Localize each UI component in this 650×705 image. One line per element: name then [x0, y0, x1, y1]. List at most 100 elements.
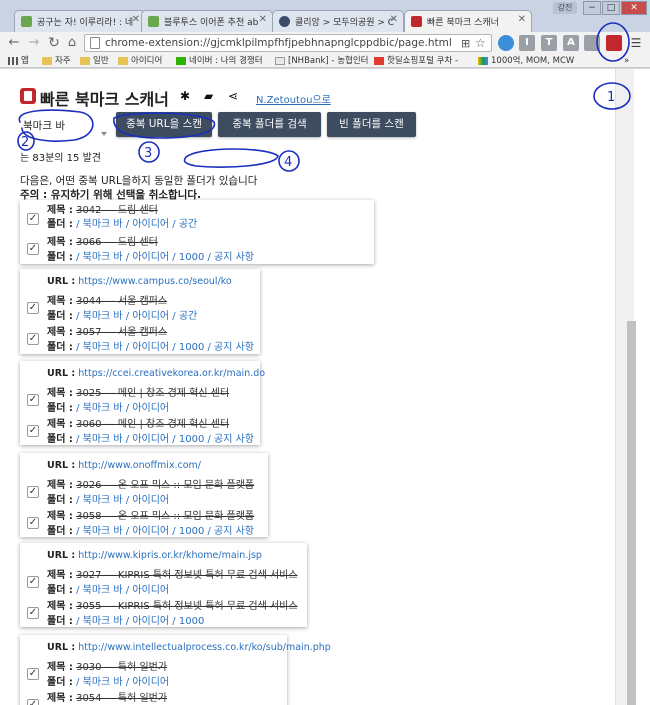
- keep-checkbox[interactable]: ✓: [27, 576, 39, 588]
- browser-tab-active[interactable]: 빠른 북마크 스캐너 ✕: [404, 10, 532, 32]
- reload-icon[interactable]: ↻: [46, 35, 62, 51]
- bookmark-folder-ideas[interactable]: 아이디어: [118, 54, 162, 68]
- folder-path[interactable]: / 북마크 바 / 아이디어 / 1000 / 공지 사항: [76, 434, 254, 445]
- keep-checkbox[interactable]: ✓: [27, 486, 39, 498]
- bookmarks-more-button[interactable]: »: [624, 54, 629, 68]
- entry-title: 3027 — KIPRIS 특허 정보넷 특허 무료 검색 서비스: [76, 570, 298, 581]
- ext-t-icon[interactable]: T: [541, 35, 557, 51]
- back-icon[interactable]: ←: [6, 35, 22, 51]
- keep-checkbox[interactable]: ✓: [27, 333, 39, 345]
- browser-tab-2[interactable]: 블루투스 이어폰 추천 ab ✕: [141, 10, 273, 32]
- close-window-button[interactable]: ✕: [621, 1, 647, 15]
- profile-button[interactable]: 강진: [553, 2, 577, 14]
- bookmark-nhbank[interactable]: [NHBank] - 농협인터: [275, 54, 368, 68]
- browser-tab-1[interactable]: 공구는 자! 이루리라! : 네 ✕: [14, 10, 146, 32]
- author-link[interactable]: N.Zetoutou으로: [256, 91, 331, 106]
- bookmark-apps[interactable]: 앱: [8, 54, 29, 68]
- entry-folder-line: 폴더 : / 북마크 바 / 아이디어: [47, 399, 169, 414]
- title-label: 제목 :: [47, 601, 73, 612]
- maximize-button[interactable]: □: [602, 1, 620, 15]
- keep-checkbox[interactable]: ✓: [27, 699, 39, 705]
- chevron-down-icon[interactable]: [101, 132, 107, 136]
- close-icon[interactable]: ✕: [132, 14, 140, 25]
- group-url[interactable]: https://www.campus.co/seoul/ko: [78, 276, 232, 287]
- group-url[interactable]: https://ccei.creativekorea.or.kr/main.do: [78, 368, 265, 379]
- bookmark-folder-frequent[interactable]: 자주: [42, 54, 71, 68]
- folder-path[interactable]: / 북마크 바 / 아이디어 / 공간: [76, 311, 197, 322]
- folder-path[interactable]: / 북마크 바 / 아이디어 / 1000 / 공지 사항: [76, 526, 254, 537]
- bookmark-drive[interactable]: 1000억, MOM, MCW: [478, 54, 574, 68]
- close-icon[interactable]: ✕: [518, 14, 526, 25]
- folder-path[interactable]: / 북마크 바 / 아이디어 / 1000: [76, 616, 204, 627]
- bookmark-scanner-extension-icon[interactable]: [606, 35, 622, 51]
- keep-checkbox[interactable]: ✓: [27, 394, 39, 406]
- entry-id: 3027: [76, 570, 102, 581]
- keep-checkbox[interactable]: ✓: [27, 425, 39, 437]
- bug-icon[interactable]: ✱: [180, 89, 190, 103]
- close-icon[interactable]: ✕: [259, 14, 267, 25]
- scrollbar-thumb[interactable]: [627, 321, 636, 705]
- folder-path[interactable]: / 북마크 바 / 아이디어 / 공간: [76, 219, 197, 230]
- vertical-scrollbar[interactable]: [615, 69, 636, 705]
- entry-title: 3026 — 온 오프 믹스 :: 모임 문화 플랫폼: [76, 480, 255, 491]
- bookmark-entry: ✓ 제목 : 3044 — 서울 캠퍼스 폴더 : / 북마크 바 / 아이디어…: [20, 292, 260, 322]
- tab-title: 클리앙 > 모두의공원 > C: [295, 18, 395, 28]
- folder-label: 폴더 :: [47, 434, 73, 445]
- group-url[interactable]: http://www.intellectualprocess.co.kr/ko/…: [78, 642, 331, 653]
- tab-favicon-icon: [21, 16, 32, 27]
- folder-path[interactable]: / 북마크 바 / 아이디어: [76, 495, 169, 506]
- entry-title: 3057 — 서울 캠퍼스: [76, 327, 168, 338]
- folder-path[interactable]: / 북마크 바 / 아이디어: [76, 403, 169, 414]
- keep-checkbox[interactable]: ✓: [27, 213, 39, 225]
- close-icon[interactable]: ✕: [390, 14, 398, 25]
- entry-title-text: 서울 캠퍼스: [117, 296, 168, 307]
- entry-title-line: 제목 : 3027 — KIPRIS 특허 정보넷 특허 무료 검색 서비스: [47, 566, 298, 581]
- duplicate-group: URL : http://www.intellectualprocess.co.…: [20, 635, 331, 705]
- folder-path[interactable]: / 북마크 바 / 아이디어: [76, 585, 169, 596]
- coocha-icon: [374, 57, 384, 65]
- entry-title: 3030 — 특허 일번가: [76, 662, 168, 673]
- ext-box-icon[interactable]: [584, 35, 600, 51]
- bookmark-folder-general[interactable]: 일반: [80, 54, 109, 68]
- folder-path[interactable]: / 북마크 바 / 아이디어 / 1000 / 공지 사항: [76, 342, 254, 353]
- bookmark-naver[interactable]: 네이버 : 나의 경쟁터: [176, 54, 263, 68]
- ext-a-icon[interactable]: A: [563, 35, 579, 51]
- minimize-button[interactable]: −: [583, 1, 601, 15]
- folder-path[interactable]: / 북마크 바 / 아이디어: [76, 677, 169, 688]
- keep-checkbox[interactable]: ✓: [27, 243, 39, 255]
- group-url[interactable]: http://www.kipris.or.kr/khome/main.jsp: [78, 550, 262, 561]
- cloud-extension-icon[interactable]: [498, 35, 514, 51]
- entry-id: 3044: [76, 296, 102, 307]
- folder-path[interactable]: / 북마크 바 / 아이디어 / 1000 / 공지 사항: [76, 252, 254, 263]
- share-icon[interactable]: ⋖: [228, 89, 238, 103]
- bookmark-entry: ✓ 제목 : 3030 — 특허 일번가 폴더 : / 북마크 바 / 아이디어: [20, 658, 287, 688]
- keep-checkbox[interactable]: ✓: [27, 302, 39, 314]
- ext-i-icon[interactable]: I: [519, 35, 535, 51]
- star-icon[interactable]: ☆: [475, 35, 486, 51]
- folder-select[interactable]: 북마크 바: [23, 118, 105, 136]
- translate-icon[interactable]: ⊞: [461, 36, 470, 52]
- browser-tab-3[interactable]: 클리앙 > 모두의공원 > C ✕: [272, 10, 404, 32]
- keep-checkbox[interactable]: ✓: [27, 607, 39, 619]
- folder-label: 폴더 :: [47, 677, 73, 688]
- group-url[interactable]: http://www.onoffmix.com/: [78, 460, 201, 471]
- scan-duplicate-url-button[interactable]: 중복 URL을 스캔: [116, 112, 212, 137]
- comment-icon[interactable]: ▰: [204, 89, 213, 103]
- bookmark-label: 자주: [55, 56, 71, 66]
- home-icon[interactable]: ⌂: [64, 35, 80, 51]
- extension-page: 빠른 북마크 스캐너 ✱ ▰ ⋖ N.Zetoutou으로 북마크 바 중복 U…: [0, 69, 650, 705]
- keep-checkbox[interactable]: ✓: [27, 517, 39, 529]
- entry-title-line: 제목 : 3057 — 서울 캠퍼스: [47, 323, 167, 338]
- menu-icon[interactable]: ☰: [628, 35, 644, 51]
- bookmark-coocha[interactable]: 핫딜쇼핑포털 쿠차 -: [374, 54, 458, 68]
- entry-title-text: 온 오프 믹스 :: 모임 문화 플랫폼: [117, 511, 255, 522]
- forward-icon[interactable]: →: [26, 35, 42, 51]
- bookmark-label: [NHBank] - 농협인터: [288, 56, 369, 66]
- entry-folder-line: 폴더 : / 북마크 바 / 아이디어: [47, 581, 169, 596]
- address-bar[interactable]: chrome-extension://gjcmklpilmpfhfjpebhna…: [84, 34, 492, 52]
- bookmark-entry: ✓ 제목 : 3058 — 온 오프 믹스 :: 모임 문화 플랫폼 폴더 : …: [20, 507, 268, 537]
- keep-checkbox[interactable]: ✓: [27, 668, 39, 680]
- search-duplicate-folder-button[interactable]: 중복 폴더를 검색: [218, 112, 321, 137]
- scan-empty-folder-button[interactable]: 빈 폴더를 스캔: [327, 112, 416, 137]
- tab-title: 빠른 북마크 스캐너: [427, 18, 499, 28]
